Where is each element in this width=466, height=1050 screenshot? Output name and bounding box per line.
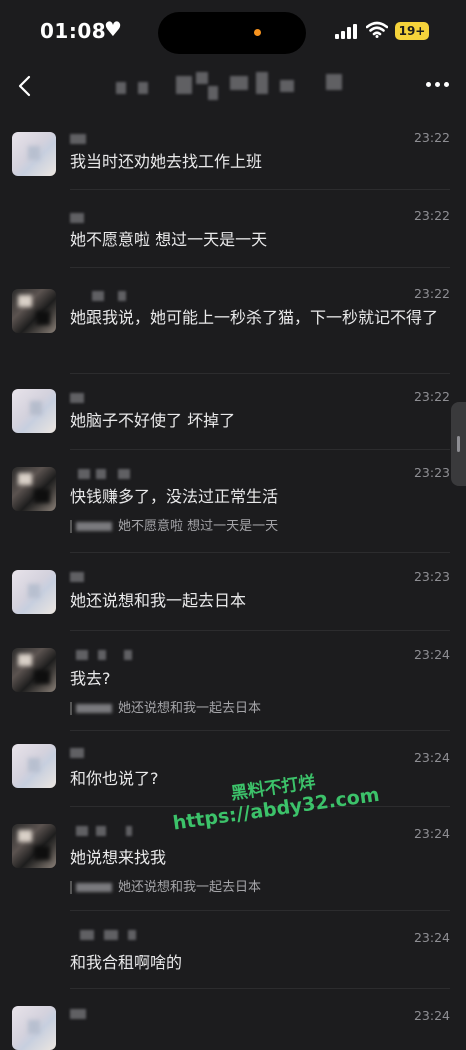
status-bar: 01:08 ♥ 19+ xyxy=(0,0,466,62)
message-divider xyxy=(70,552,450,553)
chat-header xyxy=(0,62,466,112)
avatar[interactable] xyxy=(12,744,56,788)
dynamic-island xyxy=(158,12,306,54)
message-timestamp: 23:22 xyxy=(413,286,450,301)
message-list: 23:22 我当时还劝她去找工作上班 23:22 她不愿意啦 想过一天是一天 2… xyxy=(0,112,466,1050)
message-timestamp: 23:24 xyxy=(413,1008,450,1023)
chat-title-blurred xyxy=(110,68,356,102)
quoted-reply: 她还说想和我一起去日本 xyxy=(70,697,261,716)
message-divider xyxy=(70,373,450,374)
scroll-handle[interactable] xyxy=(451,402,466,486)
wifi-icon xyxy=(366,21,388,38)
status-time: 01:08 xyxy=(40,19,107,43)
message-timestamp: 23:22 xyxy=(413,389,450,404)
quoted-text: 她还说想和我一起去日本 xyxy=(118,701,262,716)
back-arrow-icon[interactable] xyxy=(12,72,40,100)
message-timestamp: 23:22 xyxy=(413,130,450,145)
message-text: 她跟我说，她可能上一秒杀了猫，下一秒就记不得了 xyxy=(70,308,439,327)
avatar[interactable] xyxy=(12,824,56,868)
quoted-text: 她不愿意啦 想过一天是一天 xyxy=(118,519,279,534)
avatar[interactable] xyxy=(12,648,56,692)
message-divider xyxy=(70,267,450,268)
message-divider xyxy=(70,730,450,731)
message-timestamp: 23:22 xyxy=(413,208,450,223)
cellular-signal-icon xyxy=(335,23,359,39)
message-timestamp: 23:23 xyxy=(413,465,450,480)
message-text: 她不愿意啦 想过一天是一天 xyxy=(70,230,268,249)
heart-icon: ♥ xyxy=(104,17,122,41)
avatar[interactable] xyxy=(12,467,56,511)
message-divider xyxy=(70,910,450,911)
message-text: 她脑子不好使了 坏掉了 xyxy=(70,411,236,430)
recording-dot-icon xyxy=(254,29,261,36)
message-timestamp: 23:24 xyxy=(413,750,450,765)
message-divider xyxy=(70,630,450,631)
message-text: 和我合租啊啥的 xyxy=(70,953,183,972)
avatar[interactable] xyxy=(12,289,56,333)
avatar[interactable] xyxy=(12,389,56,433)
message-text: 我去? xyxy=(70,669,111,688)
message-text: 我当时还劝她去找工作上班 xyxy=(70,152,263,171)
avatar[interactable] xyxy=(12,1006,56,1050)
message-timestamp: 23:24 xyxy=(413,930,450,945)
avatar[interactable] xyxy=(12,570,56,614)
message-text: 她还说想和我一起去日本 xyxy=(70,591,247,610)
message-text: 快钱赚多了，没法过正常生活 xyxy=(70,487,279,506)
battery-indicator: 19+ xyxy=(395,22,429,40)
avatar[interactable] xyxy=(12,132,56,176)
message-divider xyxy=(70,988,450,989)
quoted-text: 她还说想和我一起去日本 xyxy=(118,880,262,895)
message-timestamp: 23:23 xyxy=(413,569,450,584)
message-text: 她说想来找我 xyxy=(70,848,167,867)
message-timestamp: 23:24 xyxy=(413,647,450,662)
message-timestamp: 23:24 xyxy=(413,826,450,841)
more-options-icon[interactable] xyxy=(426,82,450,88)
message-divider xyxy=(70,189,450,190)
message-divider xyxy=(70,449,450,450)
quoted-reply: 她不愿意啦 想过一天是一天 xyxy=(70,515,278,534)
quoted-reply: 她还说想和我一起去日本 xyxy=(70,876,261,895)
